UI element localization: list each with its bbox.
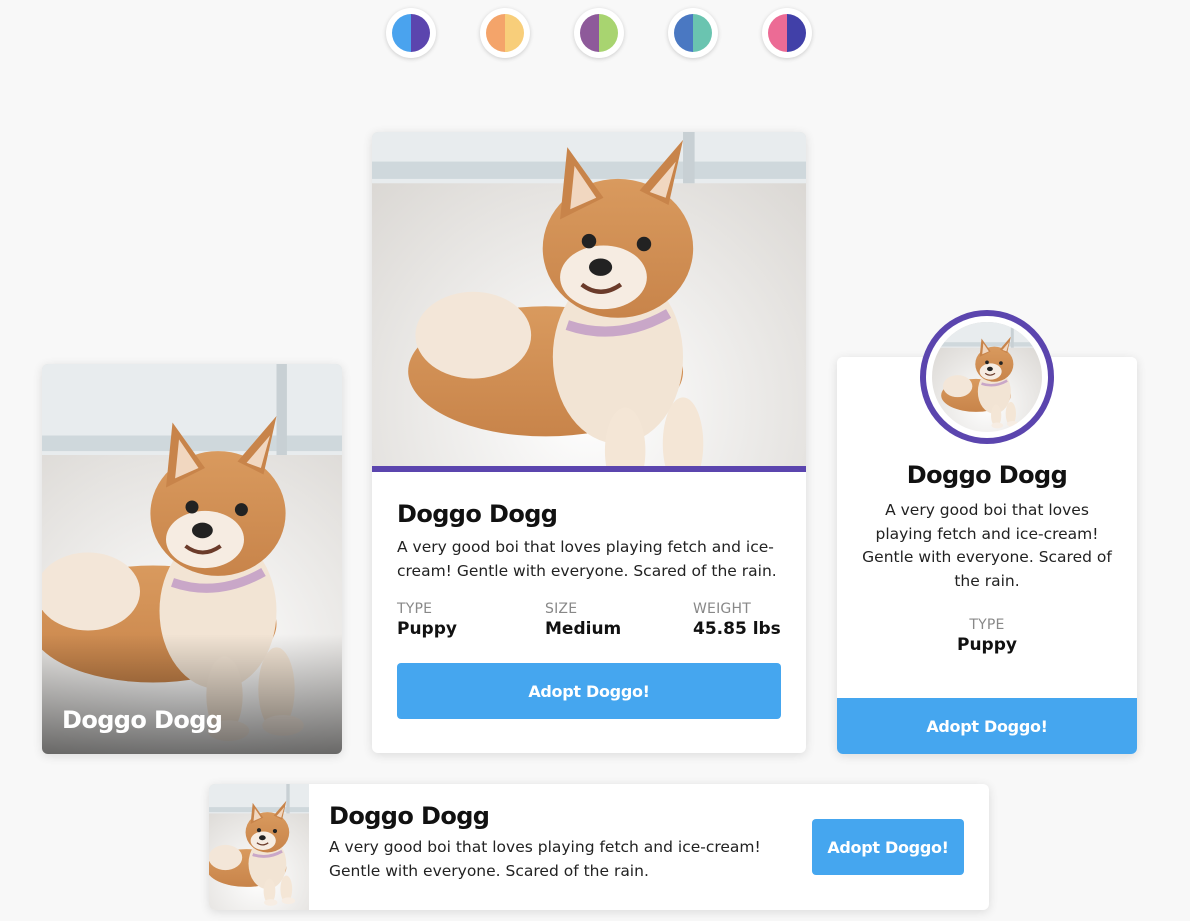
theme-switcher (0, 8, 1190, 58)
dog-photo (372, 132, 806, 466)
card-body: Doggo Dogg A very good boi that loves pl… (837, 461, 1137, 655)
photo-gradient-overlay (42, 634, 342, 754)
stat-value: 45.85 lbs (693, 619, 781, 639)
profile-card: Doggo Dogg A very good boi that loves pl… (837, 310, 1137, 754)
avatar (920, 310, 1054, 444)
swatch-dot (674, 14, 712, 52)
card-description: A very good boi that loves playing fetch… (329, 838, 761, 880)
adopt-button[interactable]: Adopt Doggo! (812, 819, 964, 875)
stat-weight: Weight 45.85 lbs (693, 601, 781, 639)
dog-photo (209, 784, 309, 910)
card-title: Doggo Dogg (329, 802, 490, 830)
stat-type: Type Puppy (397, 601, 545, 639)
stat-value: Puppy (957, 635, 1017, 655)
horizontal-card: Doggo Dogg A very good boi that loves pl… (209, 784, 989, 910)
swatch-dot (768, 14, 806, 52)
stat-label: Type (397, 601, 433, 617)
stats-row: Type Puppy Size Medium Weight 45.85 lbs (397, 601, 781, 639)
card-description: A very good boi that loves playing fetch… (397, 538, 777, 580)
accent-bar (372, 466, 806, 472)
theme-swatch-pink-indigo[interactable] (762, 8, 812, 58)
card-title: Doggo Dogg (62, 706, 223, 734)
dog-avatar-photo (932, 322, 1042, 432)
swatch-dot (392, 14, 430, 52)
theme-swatch-purple-green[interactable] (574, 8, 624, 58)
adopt-button[interactable]: Adopt Doggo! (397, 663, 781, 719)
swatch-dot (580, 14, 618, 52)
card-title: Doggo Dogg (906, 461, 1068, 489)
stat-label: Weight (693, 601, 751, 617)
card-body: Doggo Dogg A very good boi that loves pl… (397, 500, 781, 719)
stat-label: Size (545, 601, 578, 617)
stat-value: Medium (545, 619, 622, 639)
stat-label: Type (969, 617, 1005, 633)
stat-size: Size Medium (545, 601, 693, 639)
theme-swatch-orange-yellow[interactable] (480, 8, 530, 58)
card-description: A very good boi that loves playing fetch… (862, 501, 1112, 590)
adopt-button[interactable]: Adopt Doggo! (837, 698, 1137, 754)
card-body: Doggo Dogg A very good boi that loves pl… (329, 802, 789, 883)
image-overlay-card[interactable]: Doggo Dogg (42, 364, 342, 754)
feature-card: Doggo Dogg A very good boi that loves pl… (372, 132, 806, 753)
card-title: Doggo Dogg (397, 500, 558, 528)
theme-swatch-blue-purple[interactable] (386, 8, 436, 58)
stat-value: Puppy (397, 619, 457, 639)
theme-swatch-blue-teal[interactable] (668, 8, 718, 58)
swatch-dot (486, 14, 524, 52)
avatar-gap (926, 316, 1048, 438)
